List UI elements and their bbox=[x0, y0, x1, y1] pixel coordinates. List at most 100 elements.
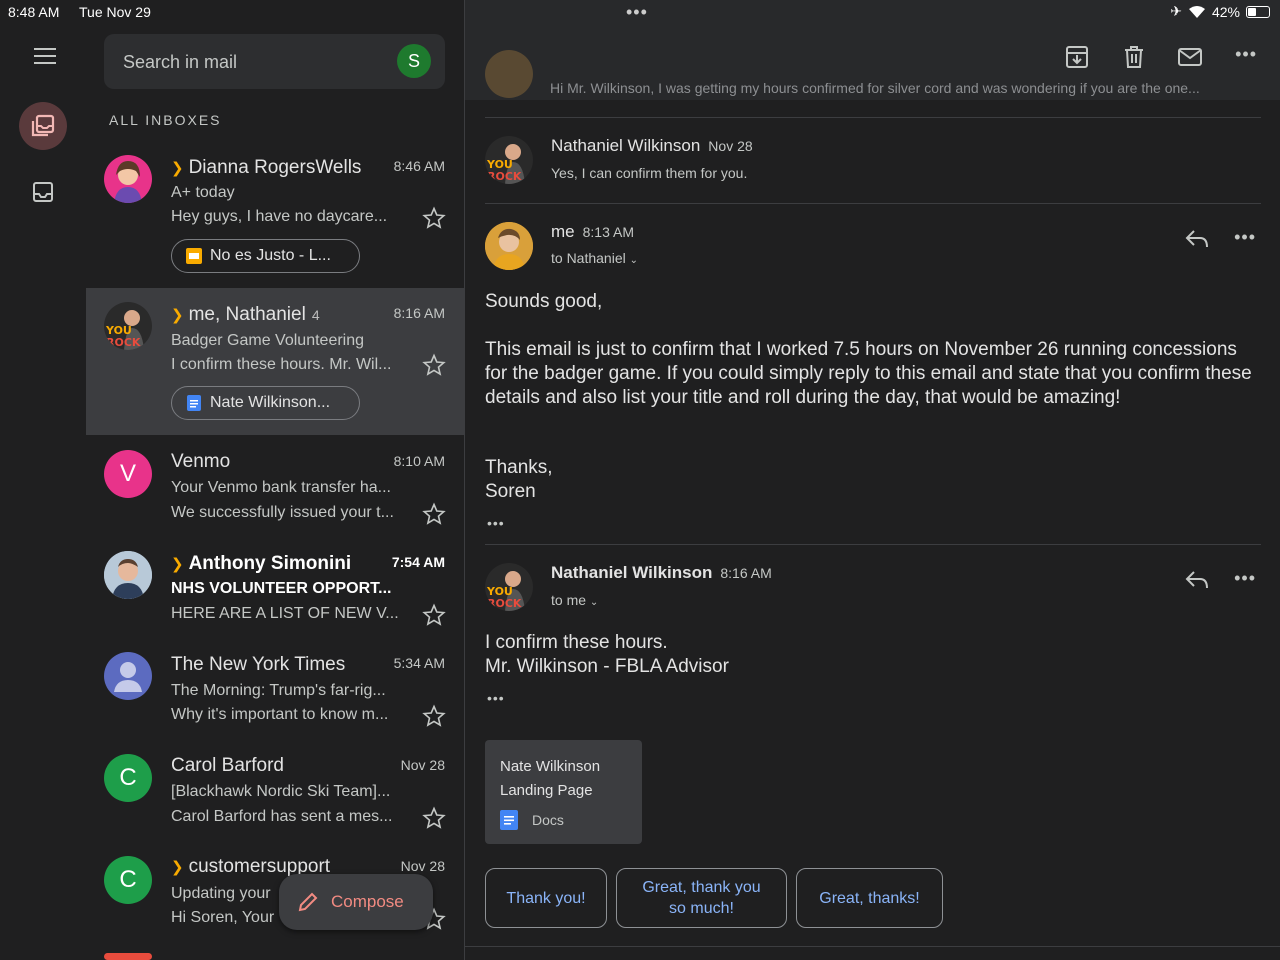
star-icon[interactable] bbox=[422, 206, 446, 230]
svg-text:ROCK: ROCK bbox=[106, 336, 141, 349]
message-body: Soren bbox=[485, 481, 536, 502]
message-subject: The Morning: Trump's far-rig... bbox=[171, 682, 386, 699]
message-time: Nov 28 bbox=[400, 858, 445, 874]
sender-name: ❯ Dianna RogersWells bbox=[171, 157, 362, 178]
star-icon[interactable] bbox=[422, 704, 446, 728]
chevron-down-icon: ⌄ bbox=[589, 597, 599, 608]
multitasking-dots-icon[interactable]: ••• bbox=[626, 2, 648, 23]
divider bbox=[465, 946, 1280, 947]
list-item[interactable]: ❯ Anthony Simonini 7:54 AM NHS VOLUNTEER … bbox=[86, 535, 464, 636]
collapsed-message-snippet[interactable]: Hi Mr. Wilkinson, I was getting my hours… bbox=[550, 80, 1250, 96]
message-snippet: Why it's important to know m... bbox=[171, 706, 389, 723]
more-options-icon[interactable]: ••• bbox=[1235, 44, 1257, 65]
avatar: YOU ROCK bbox=[485, 563, 533, 611]
avatar: V bbox=[104, 450, 152, 498]
attachment-card[interactable]: Nate Wilkinson Landing Page Docs bbox=[485, 740, 642, 844]
menu-icon[interactable] bbox=[34, 48, 56, 64]
star-icon[interactable] bbox=[422, 806, 446, 830]
message-snippet: HERE ARE A LIST OF NEW V... bbox=[171, 605, 399, 622]
star-icon[interactable] bbox=[422, 603, 446, 627]
mark-unread-icon[interactable] bbox=[1177, 44, 1203, 70]
navigation-rail bbox=[0, 0, 86, 960]
message-body: Sounds good, bbox=[485, 291, 603, 312]
delete-icon[interactable] bbox=[1121, 44, 1147, 70]
search-bar[interactable]: Search in mail S bbox=[104, 34, 445, 89]
reply-icon[interactable] bbox=[1184, 228, 1210, 250]
conversation-pane: Hi Mr. Wilkinson, I was getting my hours… bbox=[464, 0, 1280, 960]
wifi-icon bbox=[1188, 5, 1205, 18]
svg-text:ROCK: ROCK bbox=[487, 597, 522, 610]
slides-icon bbox=[186, 248, 202, 264]
message-preview[interactable]: Yes, I can confirm them for you. bbox=[551, 165, 747, 181]
important-marker-icon: ❯ bbox=[171, 160, 184, 177]
attachment-type: Docs bbox=[532, 812, 564, 828]
all-inboxes-button[interactable] bbox=[19, 102, 67, 150]
docs-icon bbox=[187, 395, 201, 411]
recipient-details[interactable]: to me ⌄ bbox=[551, 592, 598, 608]
battery-icon bbox=[1246, 5, 1270, 18]
smart-reply-button[interactable]: Great, thank you so much! bbox=[616, 868, 787, 928]
star-icon[interactable] bbox=[422, 353, 446, 377]
inbox-icon bbox=[33, 182, 53, 202]
avatar: C bbox=[104, 754, 152, 802]
message-sender[interactable]: Nathaniel Wilkinson 8:16 AM bbox=[551, 563, 772, 583]
attachment-chip[interactable]: No es Justo - L... bbox=[171, 239, 360, 273]
important-marker-icon: ❯ bbox=[171, 556, 184, 573]
message-list-pane: Search in mail S ALL INBOXES ❯ Dianna Rog… bbox=[86, 0, 464, 960]
show-trimmed-content-icon[interactable]: ••• bbox=[487, 515, 505, 531]
status-time: 8:48 AM bbox=[8, 4, 60, 20]
compose-button[interactable]: Compose bbox=[279, 874, 433, 930]
message-subject: NHS VOLUNTEER OPPORT... bbox=[171, 580, 392, 597]
airplane-icon: ✈ bbox=[1170, 3, 1182, 19]
message-sender[interactable]: Nathaniel Wilkinson Nov 28 bbox=[551, 136, 753, 156]
message-more-icon[interactable]: ••• bbox=[1234, 568, 1256, 589]
svg-text:ROCK: ROCK bbox=[487, 170, 522, 183]
message-date: Nov 28 bbox=[708, 138, 753, 154]
divider bbox=[485, 203, 1261, 204]
avatar bbox=[104, 551, 152, 599]
message-sender[interactable]: me 8:13 AM bbox=[551, 222, 634, 242]
recipient-details[interactable]: to Nathaniel ⌄ bbox=[551, 250, 638, 266]
attachment-chip[interactable]: Nate Wilkinson... bbox=[171, 386, 360, 420]
list-item[interactable]: The New York Times 5:34 AM The Morning: … bbox=[86, 636, 464, 737]
sender-name: ❯ me, Nathaniel 4 bbox=[171, 304, 320, 325]
divider bbox=[485, 117, 1261, 118]
avatar bbox=[104, 155, 152, 203]
avatar: YOU ROCK bbox=[485, 136, 533, 184]
pencil-icon bbox=[298, 892, 318, 912]
message-time: 7:54 AM bbox=[391, 554, 445, 570]
message-time: 8:10 AM bbox=[393, 453, 445, 469]
smart-reply-button[interactable]: Thank you! bbox=[485, 868, 607, 928]
smart-reply-button[interactable]: Great, thanks! bbox=[796, 868, 943, 928]
sender-name: ❯ Anthony Simonini bbox=[171, 553, 352, 574]
reply-icon[interactable] bbox=[1184, 569, 1210, 591]
list-item[interactable]: YOU ROCK ❯ me, Nathaniel 4 8:16 AM Badger G… bbox=[86, 288, 464, 435]
archive-icon[interactable] bbox=[1064, 44, 1090, 70]
list-item bbox=[86, 953, 464, 960]
show-trimmed-content-icon[interactable]: ••• bbox=[487, 690, 505, 706]
message-time: Nov 28 bbox=[400, 757, 445, 773]
sender-name: Carol Barford bbox=[171, 755, 284, 776]
list-item[interactable]: V Venmo 8:10 AM Your Venmo bank transfer… bbox=[86, 435, 464, 535]
status-bar: 8:48 AM Tue Nov 29 ••• ✈ 42% bbox=[0, 0, 1280, 24]
avatar bbox=[485, 222, 533, 270]
sender-name: Venmo bbox=[171, 451, 231, 472]
avatar bbox=[104, 953, 152, 960]
message-subject: Your Venmo bank transfer ha... bbox=[171, 479, 391, 496]
message-body: Thanks, bbox=[485, 457, 553, 478]
list-item[interactable]: C Carol Barford Nov 28 [Blackhawk Nordic… bbox=[86, 737, 464, 838]
search-input[interactable]: Search in mail bbox=[123, 52, 237, 73]
avatar: C bbox=[104, 856, 152, 904]
sender-name: The New York Times bbox=[171, 654, 346, 675]
message-snippet: Hey guys, I have no daycare... bbox=[171, 208, 388, 225]
message-more-icon[interactable]: ••• bbox=[1234, 227, 1256, 248]
avatar: YOU ROCK bbox=[104, 302, 152, 350]
inbox-button[interactable] bbox=[19, 168, 67, 216]
star-icon[interactable] bbox=[422, 502, 446, 526]
message-time: 8:46 AM bbox=[393, 158, 445, 174]
list-item[interactable]: ❯ Dianna RogersWells 8:46 AM A+ today Hey… bbox=[86, 142, 464, 288]
message-subject: [Blackhawk Nordic Ski Team]... bbox=[171, 783, 391, 800]
divider bbox=[485, 544, 1261, 545]
account-avatar[interactable]: S bbox=[397, 44, 431, 78]
important-marker-icon: ❯ bbox=[171, 859, 184, 876]
